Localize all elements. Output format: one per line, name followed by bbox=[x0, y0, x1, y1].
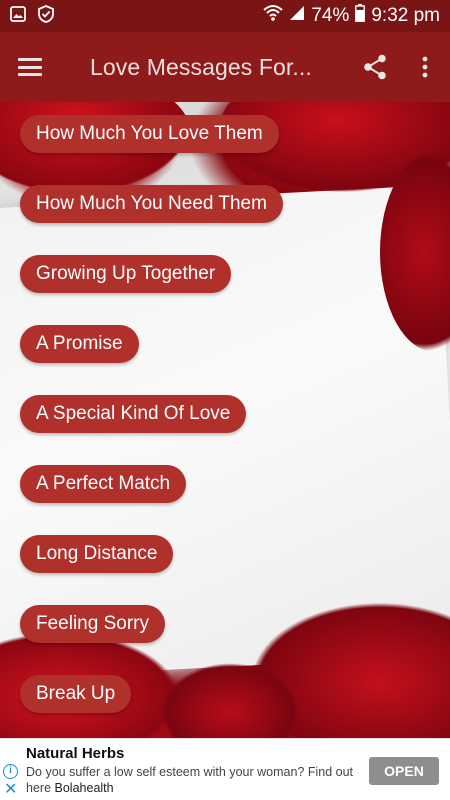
category-chip[interactable]: How Much You Need Them bbox=[20, 185, 283, 223]
app-bar: Love Messages For... bbox=[0, 32, 450, 102]
gallery-icon bbox=[10, 5, 26, 27]
category-chip[interactable]: Long Distance bbox=[20, 535, 174, 573]
status-bar: 74% 9:32 pm bbox=[0, 0, 450, 32]
ad-text: Do you suffer a low self esteem with you… bbox=[26, 764, 366, 796]
ad-sponsor: Bolahealth bbox=[54, 781, 114, 795]
more-vert-icon[interactable] bbox=[400, 32, 450, 102]
battery-icon bbox=[355, 4, 366, 28]
share-icon[interactable] bbox=[350, 32, 400, 102]
wifi-icon bbox=[263, 4, 283, 28]
category-chip[interactable]: Break Up bbox=[20, 675, 132, 713]
page-title: Love Messages For... bbox=[90, 53, 312, 80]
ad-title: Natural Herbs bbox=[26, 745, 125, 762]
content-area: How Much You Love Them How Much You Need… bbox=[0, 102, 450, 738]
shield-check-icon bbox=[38, 4, 54, 28]
open-button[interactable]: OPEN bbox=[369, 757, 439, 785]
info-icon[interactable]: i bbox=[3, 764, 18, 779]
category-chip[interactable]: Feeling Sorry bbox=[20, 605, 165, 643]
signal-icon bbox=[289, 5, 305, 27]
close-icon[interactable]: ✕ bbox=[4, 782, 17, 798]
category-chip[interactable]: A Special Kind Of Love bbox=[20, 395, 247, 433]
category-chip[interactable]: How Much You Love Them bbox=[20, 115, 279, 153]
clock: 9:32 pm bbox=[371, 5, 440, 26]
category-chip[interactable]: A Perfect Match bbox=[20, 465, 187, 503]
category-chip[interactable]: A Promise bbox=[20, 325, 139, 363]
hamburger-icon[interactable] bbox=[0, 32, 60, 102]
ad-banner[interactable]: i ✕ Natural Herbs Do you suffer a low se… bbox=[0, 738, 450, 800]
category-chip[interactable]: Growing Up Together bbox=[20, 255, 232, 293]
battery-percent: 74% bbox=[311, 5, 350, 26]
